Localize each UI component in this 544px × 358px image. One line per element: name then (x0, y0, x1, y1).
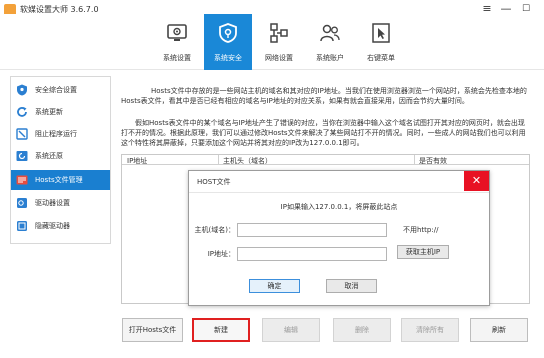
restore-icon (16, 151, 28, 161)
tab-system-settings[interactable]: 系统设置 (153, 14, 201, 70)
table-header: IP地址 主机头（域名） 是否有效 (122, 155, 529, 165)
ip-label: IP地址： (207, 250, 235, 258)
dialog-title-bar: HOST文件 ✕ (189, 171, 489, 193)
sidebar-item-drive-settings[interactable]: 驱动器设置 (11, 193, 110, 213)
host-note: 不用http:// (403, 226, 439, 234)
sidebar-item-hosts[interactable]: Hosts文件管理 (11, 170, 110, 190)
host-input[interactable] (237, 223, 387, 237)
sidebar-item-hide-drive[interactable]: 隐藏驱动器 (11, 216, 110, 236)
refresh-button[interactable]: 刷新 (470, 318, 528, 342)
column-header-valid[interactable]: 是否有效 (419, 156, 447, 166)
user-accounts-icon (320, 24, 340, 42)
sidebar: 安全综合设置 系统更新 阻止程序运行 系统还原 Hosts文件管理 驱动器设置 … (10, 76, 111, 244)
ok-button[interactable]: 确定 (249, 279, 300, 293)
host-dialog: HOST文件 ✕ IP如果输入127.0.0.1，将屏蔽此站点 主机(域名)： … (188, 170, 490, 306)
sidebar-item-label: 阻止程序运行 (35, 130, 77, 138)
new-entry-button[interactable]: 新建 (192, 318, 250, 342)
network-icon (270, 23, 288, 43)
sidebar-item-label: 系统还原 (35, 152, 63, 160)
column-divider (218, 155, 219, 165)
host-label: 主机(域名)： (194, 226, 235, 234)
tab-system-accounts[interactable]: 系统账户 (306, 14, 354, 70)
hosts-description: Hosts文件中存放的是一些网站主机的域名和其对应的IP地址。当我们在使用浏览器… (121, 87, 527, 105)
hosts-icon (16, 175, 28, 185)
clear-all-button[interactable]: 清除所有 (401, 318, 459, 342)
column-header-host[interactable]: 主机头（域名） (223, 156, 272, 166)
top-toolbar: 系统设置 系统安全 网络设置 系统账户 右键菜单 (0, 14, 544, 70)
block-icon (16, 128, 28, 140)
ip-input[interactable] (237, 247, 387, 261)
tab-label: 系统账户 (316, 54, 344, 62)
cancel-button[interactable]: 取消 (326, 279, 377, 293)
tab-network-settings[interactable]: 网络设置 (255, 14, 303, 70)
sidebar-item-label: Hosts文件管理 (35, 176, 83, 184)
hidden-drive-icon (17, 221, 27, 231)
column-header-ip[interactable]: IP地址 (127, 156, 147, 166)
edit-button[interactable]: 编辑 (262, 318, 320, 342)
sidebar-item-label: 安全综合设置 (35, 86, 77, 94)
get-host-ip-button[interactable]: 获取主机IP (397, 245, 449, 259)
tab-label: 系统安全 (214, 54, 242, 62)
sidebar-item-label: 隐藏驱动器 (35, 222, 70, 230)
refresh-icon (17, 107, 27, 117)
monitor-gear-icon (167, 24, 187, 41)
sidebar-item-block-program[interactable]: 阻止程序运行 (11, 124, 110, 144)
shield-icon (17, 84, 27, 96)
hosts-description-2: 假如Hosts表文件中的某个域名与IP地址产生了错误的对应，当你在浏览器中输入这… (121, 119, 526, 147)
shield-icon (219, 23, 237, 43)
sidebar-item-security-settings[interactable]: 安全综合设置 (11, 80, 110, 100)
tab-system-security[interactable]: 系统安全 (204, 14, 252, 70)
open-hosts-button[interactable]: 打开Hosts文件 (122, 318, 183, 342)
tab-label: 右键菜单 (367, 54, 395, 62)
tab-label: 系统设置 (163, 54, 191, 62)
delete-button[interactable]: 删除 (333, 318, 391, 342)
sidebar-item-system-restore[interactable]: 系统还原 (11, 146, 110, 166)
cursor-icon (372, 23, 390, 43)
sidebar-item-system-update[interactable]: 系统更新 (11, 102, 110, 122)
dialog-title: HOST文件 (197, 178, 231, 186)
tab-context-menu[interactable]: 右键菜单 (357, 14, 405, 70)
drive-icon (17, 198, 27, 208)
sidebar-item-label: 驱动器设置 (35, 199, 70, 207)
sidebar-item-label: 系统更新 (35, 108, 63, 116)
column-divider (414, 155, 415, 165)
close-icon[interactable]: ✕ (464, 171, 489, 191)
tab-label: 网络设置 (265, 54, 293, 62)
dialog-hint: IP如果输入127.0.0.1，将屏蔽此站点 (280, 203, 398, 211)
